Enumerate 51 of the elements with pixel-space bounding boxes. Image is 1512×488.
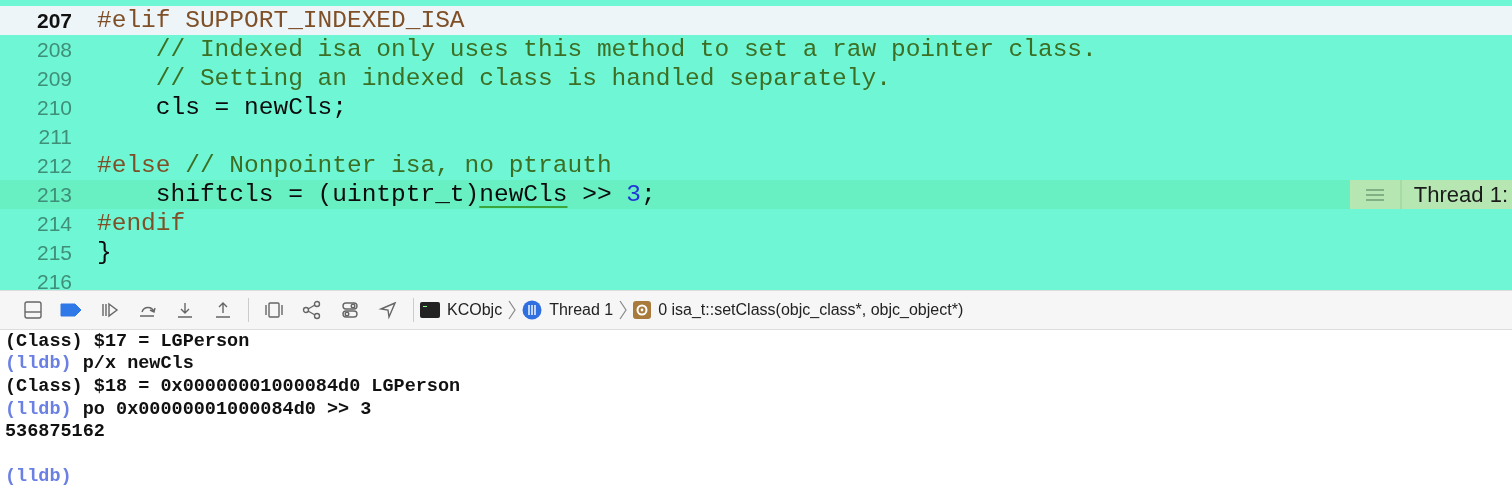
breadcrumb-item[interactable]: 0 isa_t::setClass(objc_class*, objc_object*) [658, 301, 964, 319]
number-literal: 3 [626, 181, 641, 208]
graph-icon[interactable] [302, 300, 322, 320]
chevron-icon [508, 300, 517, 320]
line-number: 208 [35, 37, 72, 62]
annotation-text: Thread 1: [1412, 180, 1509, 209]
lldb-prompt: (lldb) [5, 398, 72, 420]
continue-icon[interactable] [99, 300, 119, 320]
breadcrumb-item[interactable]: Thread 1 [549, 301, 614, 319]
line-number: 214 [35, 211, 72, 236]
view-hierarchy-icon[interactable] [264, 300, 284, 320]
step-out-icon[interactable] [213, 300, 233, 320]
line-number: 211 [37, 124, 72, 149]
console-toggle-icon[interactable] [23, 300, 43, 320]
step-into-icon[interactable] [175, 300, 195, 320]
console-command: p/x newCls [81, 353, 194, 375]
line-number: 207 [35, 8, 72, 33]
thread-annotation[interactable]: Thread 1: [1349, 180, 1512, 209]
menu-icon [1364, 188, 1385, 201]
console-output: (Class) $17 = LGPerson [5, 330, 250, 352]
preprocessor-directive: #else [97, 152, 172, 179]
code-text: shiftcls = (uintptr_t) [154, 181, 480, 208]
code-comment: // Nonpointer isa, no ptrauth [185, 152, 612, 179]
breakpoint-icon[interactable] [60, 302, 82, 318]
code-comment: // Indexed isa only uses this method to set a raw pointer class. [154, 36, 1097, 63]
console-command: po 0x00000001000084d0 >> 3 [81, 398, 372, 420]
console-output: 536875162 [5, 421, 105, 443]
thread-icon [522, 300, 543, 320]
lldb-prompt: (lldb) [5, 466, 72, 488]
line-number: 215 [35, 240, 72, 265]
preprocessor-directive: #elif SUPPORT_INDEXED_ISA [97, 7, 465, 34]
line-number: 212 [35, 153, 72, 178]
code-text: cls = newCls; [154, 94, 347, 121]
console-output: (Class) $18 = 0x00000001000084d0 LGPerson [5, 376, 461, 397]
code-text: newCls [479, 181, 568, 208]
toggles-icon[interactable] [340, 300, 360, 320]
code-text: } [97, 239, 112, 266]
lldb-prompt: (lldb) [5, 353, 72, 375]
gear-icon [633, 301, 652, 319]
code-text: >> [581, 181, 613, 208]
chevron-icon [619, 300, 628, 320]
line-number: 216 [35, 269, 72, 290]
line-number: 213 [35, 182, 72, 207]
code-text: ; [641, 181, 656, 208]
location-arrow-icon[interactable] [378, 300, 398, 320]
breadcrumb-item[interactable]: KCObjc [447, 301, 503, 319]
line-number: 210 [35, 95, 72, 120]
line-number: 209 [35, 66, 72, 91]
preprocessor-directive: #endif [97, 210, 186, 237]
terminal-icon [420, 302, 440, 318]
code-comment: // Setting an indexed class is handled separately. [154, 65, 891, 92]
